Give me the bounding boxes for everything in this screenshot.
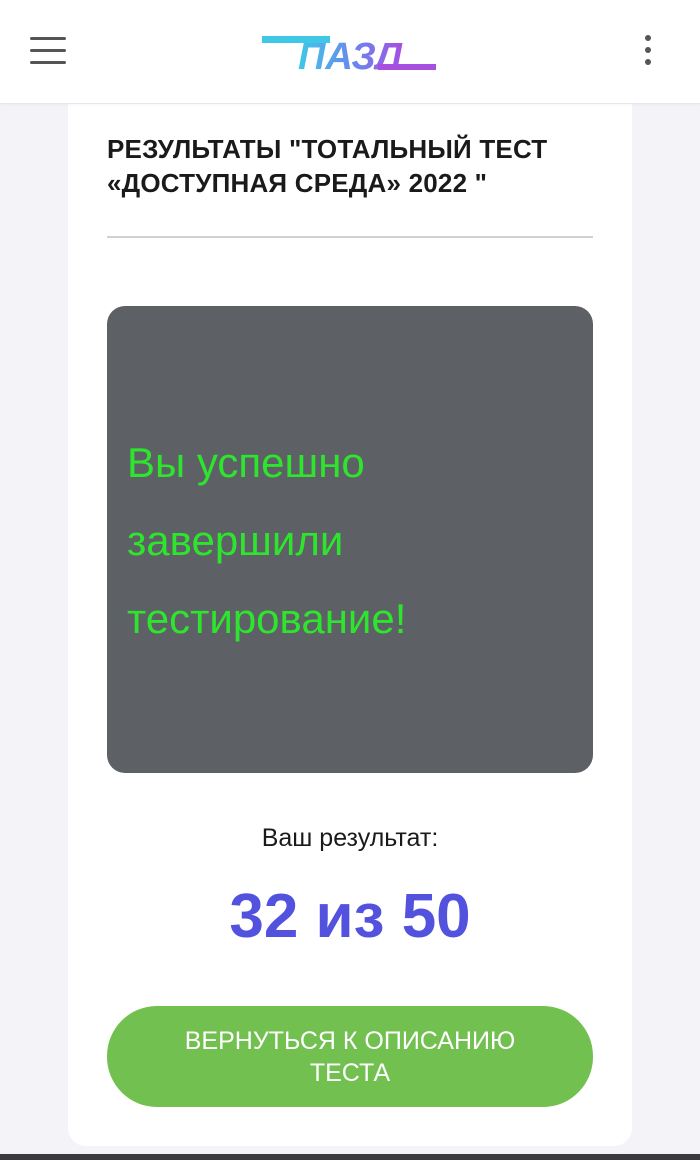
result-message-box: Вы успешно завершили тестирование! [107,306,593,773]
result-message: Вы успешно завершили тестирование! [127,439,407,642]
logo[interactable]: ПАЗЛ [258,26,442,78]
page-title: РЕЗУЛЬТАТЫ "ТОТАЛЬНЫЙ ТЕСТ «ДОСТУПНАЯ СР… [107,134,548,198]
score-label: Ваш результат: [261,824,439,852]
back-to-description-button[interactable]: ВЕРНУТЬСЯ К ОПИСАНИЮ ТЕСТА [107,1006,593,1107]
kebab-menu-icon[interactable] [628,28,668,72]
top-app-bar: ПАЗЛ [0,0,700,104]
bottom-edge-bar [0,1154,700,1160]
hamburger-menu-icon[interactable] [22,28,74,72]
score-value: 32 из 50 [229,882,471,951]
logo-text: ПАЗЛ [298,36,403,78]
title-divider [107,236,593,238]
